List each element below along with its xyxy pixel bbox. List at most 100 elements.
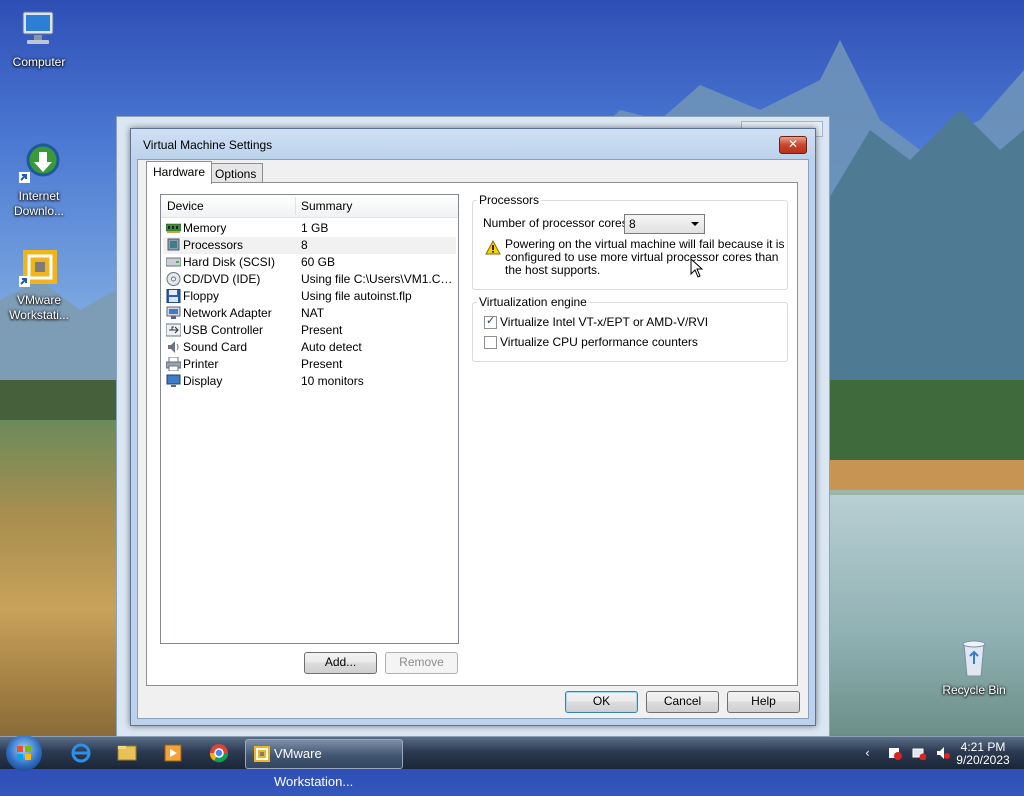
device-summary: Present xyxy=(301,323,343,337)
list-item-printer[interactable]: Printer Present xyxy=(163,356,456,373)
cores-label: Number of processor cores: xyxy=(483,216,632,230)
device-name: Printer xyxy=(183,357,219,371)
vtx-checkbox[interactable] xyxy=(484,314,497,329)
column-separator xyxy=(295,197,296,215)
device-name: Memory xyxy=(183,221,227,235)
taskbar-item-vmware[interactable]: VMware Workstation... xyxy=(245,739,403,789)
device-summary: Auto detect xyxy=(301,340,362,354)
perf-counters-label[interactable]: Virtualize CPU performance counters xyxy=(500,335,698,349)
usb-icon xyxy=(165,323,182,337)
cancel-button[interactable]: Cancel xyxy=(646,691,719,713)
sound-card-icon xyxy=(166,340,181,354)
list-item-floppy[interactable]: Floppy Using file autoinst.flp xyxy=(163,288,456,305)
chrome-icon[interactable] xyxy=(204,741,234,765)
processors-group: Processors Number of processor cores: 8 … xyxy=(472,193,788,290)
show-hidden-icons-icon[interactable]: ‹ xyxy=(865,746,879,760)
dialog-client: Hardware Options Device Summary Memory 1… xyxy=(137,159,809,719)
vmware-icon xyxy=(254,746,270,762)
device-name: Network Adapter xyxy=(183,306,272,320)
computer-icon xyxy=(17,8,61,52)
windows-logo-icon xyxy=(17,746,31,760)
processors-group-label: Processors xyxy=(477,193,542,207)
memory-icon xyxy=(165,221,182,235)
list-item-hard-disk[interactable]: Hard Disk (SCSI) 60 GB xyxy=(163,254,456,271)
taskbar: VMware Workstation... ‹ 4:21 PM 9/20/202… xyxy=(0,735,1024,789)
list-item-processors[interactable]: Processors 8 xyxy=(163,237,456,254)
device-summary: 8 xyxy=(301,238,308,252)
virtual-machine-settings-dialog: Virtual Machine Settings ✕ Hardware Opti… xyxy=(130,128,816,726)
wallpaper-lake xyxy=(828,495,1024,735)
device-list-header: Device Summary xyxy=(161,195,458,218)
device-name: Hard Disk (SCSI) xyxy=(183,255,276,269)
device-list[interactable]: Device Summary Memory 1 GB Processors 8 … xyxy=(160,194,459,644)
tab-hardware[interactable]: Hardware xyxy=(146,161,213,184)
mouse-cursor-icon xyxy=(690,257,704,281)
add-button[interactable]: Add... xyxy=(304,652,377,674)
list-item-network-adapter[interactable]: Network Adapter NAT xyxy=(163,305,456,322)
media-player-icon[interactable] xyxy=(158,741,188,765)
internet-explorer-icon[interactable] xyxy=(66,741,96,765)
taskbar-item-label: VMware Workstation... xyxy=(274,746,354,789)
device-summary: Using file C:\Users\VM1.COL... xyxy=(301,272,453,286)
device-name: Floppy xyxy=(183,289,220,303)
desktop-icon-label: Computer xyxy=(12,55,66,69)
virtualization-group-label: Virtualization engine xyxy=(477,295,589,309)
chevron-down-icon xyxy=(691,222,699,226)
list-item-sound-card[interactable]: Sound Card Auto detect xyxy=(163,339,456,356)
network-icon[interactable] xyxy=(912,746,927,761)
perf-counters-checkbox[interactable] xyxy=(484,336,497,349)
ok-button[interactable]: OK xyxy=(565,691,638,713)
action-center-icon[interactable] xyxy=(888,746,902,760)
processor-icon xyxy=(166,238,181,252)
list-item-usb-controller[interactable]: USB Controller Present xyxy=(163,322,456,339)
network-adapter-icon xyxy=(166,306,181,320)
dialog-title: Virtual Machine Settings xyxy=(143,138,273,152)
vtx-label[interactable]: Virtualize Intel VT-x/EPT or AMD-V/RVI xyxy=(500,315,708,329)
floppy-icon xyxy=(166,288,181,304)
file-explorer-icon[interactable] xyxy=(112,741,142,765)
column-header-device[interactable]: Device xyxy=(167,199,204,213)
internet-download-manager-icon xyxy=(17,127,61,183)
volume-muted-icon[interactable] xyxy=(936,746,950,760)
desktop-icon-label: VMware Workstati... xyxy=(9,293,69,322)
desktop-icon-recycle-bin[interactable]: Recycle Bin xyxy=(936,636,1012,698)
device-summary: 10 monitors xyxy=(301,374,364,388)
recycle-bin-icon xyxy=(952,636,996,680)
desktop-icon-label: Recycle Bin xyxy=(942,683,1006,697)
start-button[interactable] xyxy=(6,735,42,771)
desktop-icon-vmware[interactable]: VMware Workstati... xyxy=(1,216,77,338)
device-name: Sound Card xyxy=(183,340,248,354)
device-name: CD/DVD (IDE) xyxy=(183,272,261,286)
cd-dvd-icon xyxy=(166,272,181,286)
processor-warning-text: Powering on the virtual machine will fai… xyxy=(505,237,785,277)
device-summary: Using file autoinst.flp xyxy=(301,289,412,303)
device-name: USB Controller xyxy=(183,323,264,337)
processor-cores-dropdown[interactable]: 8 xyxy=(624,214,705,234)
help-button[interactable]: Help xyxy=(727,691,800,713)
warning-icon xyxy=(485,239,501,258)
cores-value: 8 xyxy=(629,217,636,231)
close-icon: ✕ xyxy=(787,137,799,151)
system-clock[interactable]: 4:21 PM 9/20/2023 xyxy=(952,741,1014,767)
device-name: Processors xyxy=(183,238,244,252)
wallpaper-field xyxy=(0,420,116,736)
device-summary: Present xyxy=(301,357,343,371)
device-summary: NAT xyxy=(301,306,325,320)
desktop-icon-label: Internet Downlo... xyxy=(13,189,65,218)
vmware-icon xyxy=(17,231,61,287)
column-header-summary[interactable]: Summary xyxy=(301,199,352,213)
printer-icon xyxy=(165,356,182,372)
tab-options[interactable]: Options xyxy=(208,163,264,184)
device-summary: 1 GB xyxy=(301,221,329,235)
list-item-memory[interactable]: Memory 1 GB xyxy=(163,220,456,237)
hard-disk-icon xyxy=(165,255,182,269)
display-icon xyxy=(166,374,181,388)
list-item-cd-dvd[interactable]: CD/DVD (IDE) Using file C:\Users\VM1.COL… xyxy=(163,271,456,288)
desktop-icon-computer[interactable]: Computer xyxy=(1,8,77,70)
remove-button[interactable]: Remove xyxy=(385,652,458,674)
hardware-tab-panel: Device Summary Memory 1 GB Processors 8 … xyxy=(146,182,798,686)
device-summary: 60 GB xyxy=(301,255,336,269)
close-button[interactable]: ✕ xyxy=(779,136,807,154)
device-name: Display xyxy=(183,374,223,388)
list-item-display[interactable]: Display 10 monitors xyxy=(163,373,456,390)
